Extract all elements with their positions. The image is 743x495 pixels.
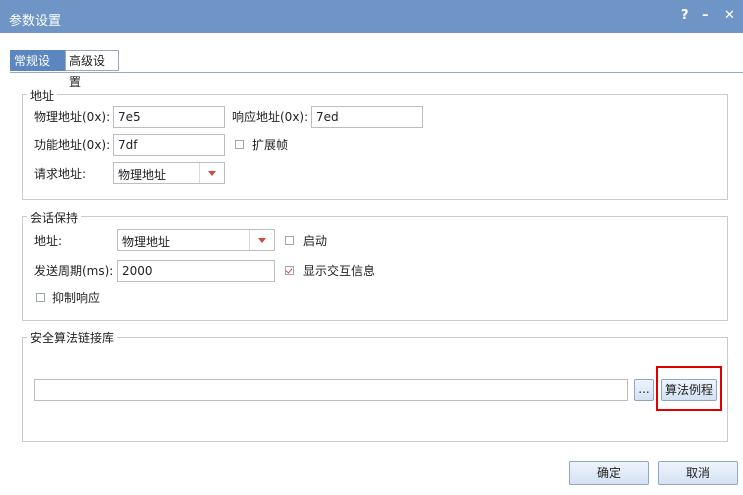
- session-address-select[interactable]: 物理地址: [117, 229, 275, 251]
- session-address-value: 物理地址: [122, 235, 171, 249]
- enable-label: 启动: [303, 234, 328, 248]
- dll-path-input[interactable]: [34, 379, 628, 401]
- response-address-label: 响应地址(0x):: [232, 110, 309, 124]
- show-info-checkbox[interactable]: [285, 266, 294, 275]
- send-period-label: 发送周期(ms):: [34, 264, 114, 278]
- title-bar: 参数设置 ? – ✕: [0, 0, 743, 33]
- send-period-input[interactable]: 2000: [117, 260, 275, 282]
- session-address-label: 地址:: [34, 234, 63, 248]
- tab-advanced[interactable]: 高级设置: [65, 50, 119, 89]
- cancel-button[interactable]: 取消: [658, 461, 738, 485]
- security-legend: 安全算法链接库: [27, 329, 118, 346]
- request-address-label: 请求地址:: [34, 167, 87, 181]
- extended-frame-checkbox[interactable]: [235, 140, 244, 149]
- suppress-response-checkbox[interactable]: [36, 293, 45, 302]
- window-title: 参数设置: [9, 14, 62, 29]
- extended-frame-label: 扩展帧: [252, 138, 289, 152]
- minimize-icon[interactable]: –: [702, 8, 709, 23]
- browse-button[interactable]: ...: [634, 379, 654, 401]
- response-address-input[interactable]: 7ed: [311, 106, 423, 128]
- physical-address-input[interactable]: 7e5: [113, 106, 225, 128]
- functional-address-input[interactable]: 7df: [113, 134, 225, 156]
- highlight-box: [656, 366, 722, 411]
- request-address-value: 物理地址: [118, 168, 167, 182]
- physical-address-label: 物理地址(0x):: [34, 110, 111, 124]
- tab-divider: [10, 72, 743, 73]
- help-icon[interactable]: ?: [681, 8, 689, 23]
- ok-button[interactable]: 确定: [569, 461, 649, 485]
- chevron-down-icon: [199, 163, 224, 183]
- enable-checkbox[interactable]: [285, 236, 294, 245]
- session-legend: 会话保持: [27, 209, 82, 226]
- chevron-down-icon: [249, 230, 274, 250]
- suppress-response-label: 抑制响应: [52, 291, 101, 305]
- address-legend: 地址: [27, 87, 58, 104]
- close-icon[interactable]: ✕: [724, 8, 735, 23]
- functional-address-label: 功能地址(0x):: [34, 138, 111, 152]
- tab-general[interactable]: 常规设置: [10, 50, 65, 89]
- show-info-label: 显示交互信息: [303, 264, 376, 278]
- request-address-select[interactable]: 物理地址: [113, 162, 225, 184]
